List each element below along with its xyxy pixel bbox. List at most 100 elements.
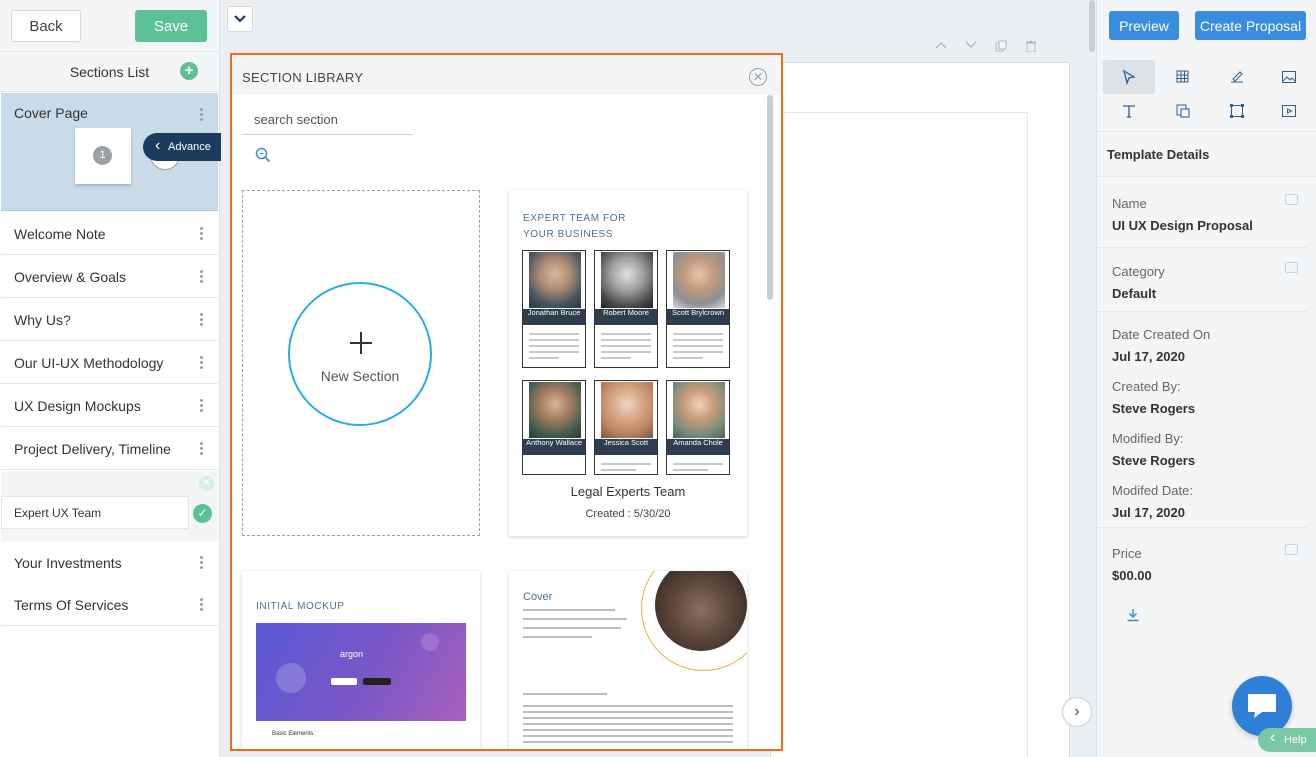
more-options-icon[interactable] — [200, 356, 204, 371]
trash-icon[interactable] — [1025, 40, 1037, 52]
member-name: Scott Brylcrown — [667, 309, 729, 325]
section-name-input[interactable]: Expert UX Team — [1, 496, 189, 529]
section-item[interactable]: Why Us? — [1, 298, 218, 341]
new-section-label: New Section — [320, 368, 400, 384]
left-toolbar: Back Save — [0, 0, 219, 52]
section-label: Project Delivery, Timeline — [14, 441, 171, 457]
section-library-panel: SECTION LIBRARY ✕ New Section EXPERT TEA… — [230, 53, 783, 751]
template-details-header: Template Details — [1097, 133, 1316, 177]
field-value: Steve Rogers — [1112, 453, 1196, 468]
section-item[interactable]: Your Investments — [1, 541, 218, 584]
text-tool-icon[interactable] — [1103, 94, 1155, 128]
card-heading: EXPERT TEAM FOR YOUR BUSINESS — [523, 211, 626, 243]
more-options-icon[interactable] — [200, 598, 204, 613]
collapse-panel-button[interactable] — [227, 6, 253, 32]
pricing-table-tool-icon[interactable] — [1157, 94, 1209, 128]
section-item[interactable]: Our UI-UX Methodology — [1, 341, 218, 384]
section-item[interactable]: UX Design Mockups — [1, 384, 218, 427]
video-tool-icon[interactable] — [1263, 94, 1315, 128]
member-name: Anthony Wallace — [523, 439, 585, 455]
template-card-cover[interactable]: Cover — [509, 571, 747, 749]
member-photo — [601, 252, 653, 308]
member-name: Jonathan Bruce — [523, 309, 585, 325]
edit-icon[interactable] — [1285, 262, 1298, 273]
new-section-card[interactable]: New Section — [242, 190, 480, 536]
create-proposal-button[interactable]: Create Proposal — [1195, 11, 1306, 40]
member-name: Robert Moore — [595, 309, 657, 325]
member-photo — [529, 252, 581, 308]
duplicate-icon[interactable] — [995, 40, 1007, 52]
section-label: Why Us? — [14, 312, 71, 328]
more-options-icon[interactable] — [200, 270, 204, 285]
section-item[interactable]: Welcome Note — [1, 212, 218, 255]
plus-icon — [350, 332, 372, 354]
section-item[interactable]: Overview & Goals — [1, 255, 218, 298]
image-tool-icon[interactable] — [1263, 60, 1315, 94]
page-thumbnail[interactable]: 1 — [75, 128, 131, 184]
page-content-area — [770, 112, 1028, 757]
help-button[interactable]: Help — [1258, 726, 1316, 752]
team-member: Anthony Wallace — [522, 380, 586, 475]
field-label: Category — [1112, 264, 1165, 279]
advance-toggle[interactable]: Advance — [143, 132, 221, 161]
back-button[interactable]: Back — [11, 10, 81, 42]
sections-list-title: Sections List — [69, 64, 150, 80]
team-member: Amanda Chole — [666, 380, 730, 475]
move-up-icon[interactable] — [935, 40, 947, 50]
table-tool-icon[interactable] — [1157, 60, 1209, 94]
new-section-circle[interactable]: New Section — [288, 282, 432, 426]
save-button[interactable]: Save — [135, 10, 207, 42]
team-member: Jessica Scott — [594, 380, 658, 475]
section-item[interactable]: Terms Of Services — [1, 583, 218, 626]
field-value: Jul 17, 2020 — [1112, 505, 1185, 520]
edit-icon[interactable] — [1285, 194, 1298, 205]
field-label: Modified By: — [1112, 431, 1184, 446]
element-tools — [1097, 52, 1316, 132]
more-options-icon[interactable] — [200, 108, 204, 123]
shape-tool-icon[interactable] — [1211, 94, 1263, 128]
more-options-icon[interactable] — [200, 399, 204, 414]
close-icon[interactable]: ✕ — [749, 68, 767, 86]
move-down-icon[interactable] — [965, 40, 977, 50]
field-label: Name — [1112, 196, 1147, 211]
cancel-edit-icon[interactable]: ✕ — [199, 476, 214, 491]
canvas-scrollbar[interactable] — [1089, 0, 1095, 52]
section-item[interactable]: Project Delivery, Timeline — [1, 427, 218, 470]
section-label: Cover Page — [14, 105, 88, 121]
card-heading-line: EXPERT TEAM FOR — [523, 213, 626, 224]
more-options-icon[interactable] — [200, 556, 204, 571]
preview-button[interactable]: Preview — [1109, 11, 1179, 40]
template-details-title: Template Details — [1107, 147, 1210, 162]
more-options-icon[interactable] — [200, 313, 204, 328]
add-section-icon[interactable]: + — [180, 62, 198, 80]
select-tool-icon[interactable] — [1103, 60, 1155, 94]
next-page-button[interactable]: › — [1062, 697, 1092, 727]
section-library-header: SECTION LIBRARY ✕ — [232, 55, 781, 95]
field-label: Modifed Date: — [1112, 483, 1193, 498]
field-label: Date Created On — [1112, 327, 1211, 342]
chat-launcher-button[interactable] — [1232, 676, 1292, 736]
edit-icon[interactable] — [1285, 544, 1298, 555]
section-label: UX Design Mockups — [14, 398, 141, 414]
search-icon[interactable] — [255, 147, 271, 163]
field-value: Jul 17, 2020 — [1112, 349, 1185, 364]
card-heading-line: YOUR BUSINESS — [523, 229, 614, 240]
section-label: Terms Of Services — [14, 597, 129, 613]
field-value: Default — [1112, 286, 1157, 301]
field-category: Category Default — [1097, 248, 1307, 312]
template-card-legal-experts[interactable]: EXPERT TEAM FOR YOUR BUSINESS Jonathan B… — [509, 190, 747, 536]
field-name: Name UI UX Design Proposal — [1097, 178, 1307, 248]
signature-tool-icon[interactable] — [1211, 60, 1263, 94]
library-scrollbar[interactable] — [767, 95, 773, 300]
chat-bubble-icon — [1248, 694, 1276, 718]
field-value: Steve Rogers — [1112, 401, 1196, 416]
search-section-input[interactable] — [242, 105, 413, 135]
confirm-edit-icon[interactable]: ✓ — [193, 504, 212, 523]
card-created-date: Created : 5/30/20 — [585, 508, 671, 520]
template-card-initial-mockup[interactable]: INITIAL MOCKUP argon Basic Elements — [242, 571, 480, 749]
download-icon[interactable] — [1126, 607, 1140, 623]
section-label: Our UI-UX Methodology — [14, 355, 164, 371]
more-options-icon[interactable] — [200, 227, 204, 242]
more-options-icon[interactable] — [200, 442, 204, 457]
member-name: Amanda Chole — [667, 439, 729, 455]
